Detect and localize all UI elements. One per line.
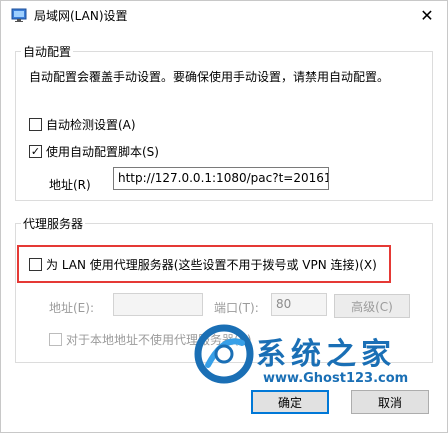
bypass-local-checkbox-box[interactable]	[49, 333, 62, 346]
script-address-input[interactable]: http://127.0.0.1:1080/pac?t=201610	[113, 167, 329, 190]
use-script-checkbox-box[interactable]: ✓	[29, 145, 42, 158]
use-proxy-checkbox-box[interactable]	[29, 258, 42, 271]
auto-detect-checkbox[interactable]: 自动检测设置(A)	[29, 116, 136, 133]
use-script-checkbox[interactable]: ✓ 使用自动配置脚本(S)	[29, 143, 159, 160]
script-address-label: 地址(R)	[49, 178, 91, 192]
auto-config-description: 自动配置会覆盖手动设置。要确保使用手动设置，请禁用自动配置。	[29, 70, 390, 84]
network-settings-icon	[11, 7, 27, 23]
auto-detect-label: 自动检测设置(A)	[46, 118, 136, 132]
watermark-url: www.Ghost123.com	[263, 371, 409, 386]
proxy-address-label: 地址(E):	[49, 301, 94, 315]
proxy-port-input[interactable]: 80	[271, 293, 327, 316]
proxy-address-input[interactable]	[113, 293, 203, 316]
watermark-logo-icon	[193, 323, 255, 388]
window-title: 局域网(LAN)设置	[34, 9, 128, 23]
ok-button[interactable]: 确定	[251, 390, 329, 414]
auto-config-group-title: 自动配置	[21, 43, 74, 60]
proxy-group-title: 代理服务器	[21, 215, 86, 232]
use-proxy-label: 为 LAN 使用代理服务器(这些设置不用于拨号或 VPN 连接)(X)	[46, 258, 377, 272]
title-bar[interactable]: 局域网(LAN)设置 ✕	[1, 1, 447, 29]
proxy-port-label: 端口(T):	[214, 301, 259, 315]
cancel-button[interactable]: 取消	[351, 390, 429, 414]
use-proxy-checkbox[interactable]: 为 LAN 使用代理服务器(这些设置不用于拨号或 VPN 连接)(X)	[29, 256, 377, 273]
watermark-brand: 系统之家	[256, 337, 396, 372]
auto-detect-checkbox-box[interactable]	[29, 118, 42, 131]
advanced-button[interactable]: 高级(C)	[334, 294, 410, 318]
close-icon[interactable]: ✕	[407, 1, 447, 29]
use-script-label: 使用自动配置脚本(S)	[46, 145, 159, 159]
lan-settings-dialog: 局域网(LAN)设置 ✕ 自动配置 自动配置会覆盖手动设置。要确保使用手动设置，…	[0, 0, 448, 433]
